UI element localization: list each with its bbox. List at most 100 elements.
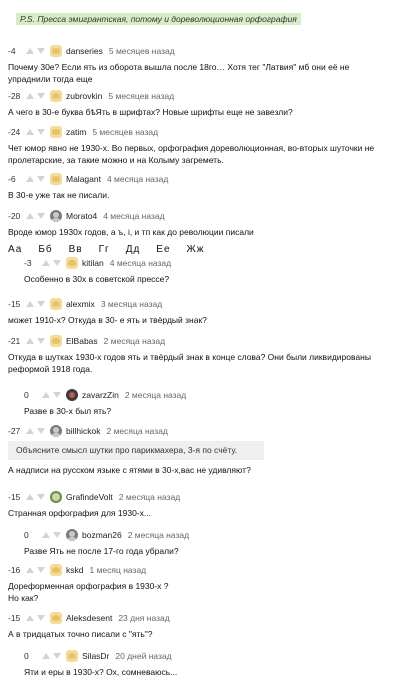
comment-score: -15 — [8, 613, 21, 623]
comment-date[interactable]: 2 месяца назад — [107, 426, 168, 436]
comment-date[interactable]: 2 месяца назад — [119, 492, 180, 502]
comment-author[interactable]: GrafindeVolt — [66, 492, 113, 502]
comment-date[interactable]: 3 месяца назад — [101, 299, 162, 309]
comment-author[interactable]: zavarzZin — [82, 390, 119, 400]
comment: 0 SilasDr 20 дней назад Яти и еры в 1930-… — [24, 650, 394, 678]
downvote-icon[interactable] — [37, 129, 45, 135]
downvote-icon[interactable] — [37, 213, 45, 219]
upvote-icon[interactable] — [42, 392, 50, 398]
comment-date[interactable]: 20 дней назад — [115, 651, 171, 661]
avatar[interactable] — [50, 210, 62, 222]
alphabet-letter: Жж — [186, 244, 205, 255]
avatar[interactable] — [50, 298, 62, 310]
comment-text: Дореформенная орфография в 1930-х ? — [8, 581, 169, 591]
avatar[interactable] — [66, 650, 78, 662]
comment-date[interactable]: 2 месяца назад — [104, 336, 165, 346]
alphabet-letter: Ее — [156, 244, 171, 255]
avatar[interactable] — [66, 529, 78, 541]
avatar[interactable] — [50, 564, 62, 576]
downvote-icon[interactable] — [53, 260, 61, 266]
avatar[interactable] — [50, 90, 62, 102]
avatar[interactable] — [66, 257, 78, 269]
comment-author[interactable]: zubrovkin — [66, 91, 102, 101]
downvote-icon[interactable] — [53, 532, 61, 538]
avatar[interactable] — [66, 389, 78, 401]
comment-author[interactable]: billhickok — [66, 426, 101, 436]
comment-date[interactable]: 4 месяца назад — [110, 258, 171, 268]
upvote-icon[interactable] — [26, 494, 34, 500]
comment-text: А надписи на русском языке с ятями в 30-… — [8, 465, 251, 475]
upvote-icon[interactable] — [26, 176, 34, 182]
avatar[interactable] — [50, 335, 62, 347]
downvote-icon[interactable] — [37, 494, 45, 500]
downvote-icon[interactable] — [37, 428, 45, 434]
alphabet-letter: Вв — [68, 244, 83, 255]
comment-score: -4 — [8, 46, 16, 56]
comment-author[interactable]: Aleksdesent — [66, 613, 112, 623]
comment: -27 billhickok 2 месяца назад Объясните с… — [8, 425, 378, 476]
comment-meta: -15 alexmix 3 месяца назад — [8, 298, 378, 310]
avatar[interactable] — [50, 126, 62, 138]
comment-date[interactable]: 5 месяцев назад — [108, 91, 174, 101]
upvote-icon[interactable] — [26, 129, 34, 135]
downvote-icon[interactable] — [53, 653, 61, 659]
upvote-icon[interactable] — [26, 301, 34, 307]
comment-text: Вроде юмор 1930х годов, а ъ, і, и тп как… — [8, 227, 254, 237]
comment-score: -24 — [8, 127, 21, 137]
downvote-icon[interactable] — [37, 48, 45, 54]
comment-date[interactable]: 2 месяца назад — [125, 390, 186, 400]
comment: -15 Aleksdesent 23 дня назад А в тридцаты… — [8, 612, 378, 640]
comment: -6 Malagant 4 месяца назад В 30-е уже так… — [8, 173, 378, 201]
comment-meta: -4 danseries 5 месяцев назад — [8, 45, 378, 57]
downvote-icon[interactable] — [37, 567, 45, 573]
comment-meta: -28 zubrovkin 5 месяцев назад — [8, 90, 378, 102]
comment-author[interactable]: zatim — [66, 127, 86, 137]
comment-score: -27 — [8, 426, 21, 436]
comment-author[interactable]: kitilan — [82, 258, 104, 268]
comment-date[interactable]: 23 дня назад — [118, 613, 169, 623]
comment-author[interactable]: Malagant — [66, 174, 101, 184]
avatar[interactable] — [50, 45, 62, 57]
avatar[interactable] — [50, 612, 62, 624]
comment-text: Откуда в шутках 1930-х годов ять и твёрд… — [8, 352, 371, 374]
downvote-icon[interactable] — [37, 338, 45, 344]
downvote-icon[interactable] — [37, 615, 45, 621]
comment-author[interactable]: danseries — [66, 46, 103, 56]
alphabet-letter: Дд — [125, 244, 141, 255]
downvote-icon[interactable] — [53, 392, 61, 398]
upvote-icon[interactable] — [42, 653, 50, 659]
comment-author[interactable]: alexmix — [66, 299, 95, 309]
upvote-icon[interactable] — [42, 532, 50, 538]
upvote-icon[interactable] — [26, 338, 34, 344]
downvote-icon[interactable] — [37, 301, 45, 307]
comment-date[interactable]: 4 месяца назад — [107, 174, 168, 184]
comment-date[interactable]: 4 месяца назад — [103, 211, 164, 221]
comment-date[interactable]: 1 месяц назад — [89, 565, 146, 575]
upvote-icon[interactable] — [26, 567, 34, 573]
avatar[interactable] — [50, 173, 62, 185]
comment-text: В 30-е уже так не писали. — [8, 190, 110, 200]
avatar[interactable] — [50, 491, 62, 503]
comment-meta: -16 kskd 1 месяц назад — [8, 564, 378, 576]
comment-meta: 0 zavarzZin 2 месяца назад — [24, 389, 394, 401]
comment-date[interactable]: 5 месяцев назад — [92, 127, 158, 137]
comment-author[interactable]: kskd — [66, 565, 83, 575]
upvote-icon[interactable] — [26, 615, 34, 621]
comment-author[interactable]: Morato4 — [66, 211, 97, 221]
downvote-icon[interactable] — [37, 93, 45, 99]
upvote-icon[interactable] — [26, 93, 34, 99]
comment-author[interactable]: ElBabas — [66, 336, 98, 346]
upvote-icon[interactable] — [42, 260, 50, 266]
avatar[interactable] — [50, 425, 62, 437]
comment: -15 GrafindeVolt 2 месяца назад Странная … — [8, 491, 378, 519]
upvote-icon[interactable] — [26, 428, 34, 434]
comment-author[interactable]: SilasDr — [82, 651, 109, 661]
upvote-icon[interactable] — [26, 48, 34, 54]
upvote-icon[interactable] — [26, 213, 34, 219]
downvote-icon[interactable] — [37, 176, 45, 182]
comment-score: -6 — [8, 174, 16, 184]
comment-date[interactable]: 5 месяцев назад — [109, 46, 175, 56]
comment-author[interactable]: bozman26 — [82, 530, 122, 540]
comment-meta: 0 SilasDr 20 дней назад — [24, 650, 394, 662]
comment-date[interactable]: 2 месяца назад — [128, 530, 189, 540]
